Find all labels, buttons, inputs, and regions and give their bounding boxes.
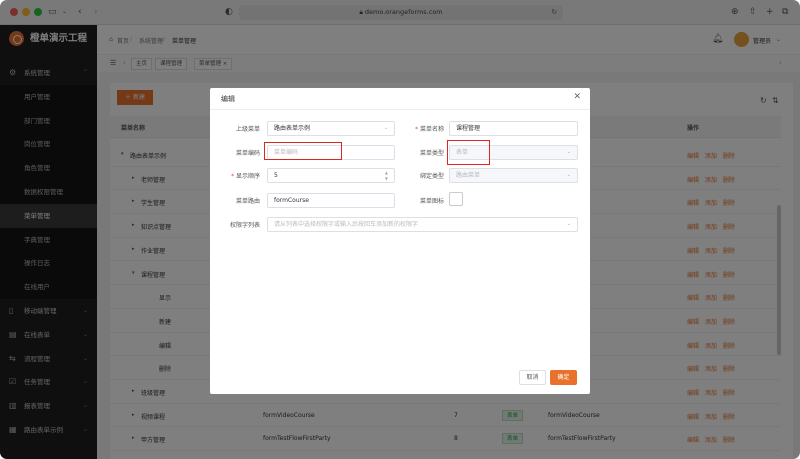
- bind-type-label: 绑定类型: [419, 173, 444, 180]
- divider: [210, 109, 590, 110]
- menu-type-label: 菜单类型: [419, 150, 444, 157]
- ok-button[interactable]: 确定: [550, 370, 577, 385]
- menu-icon-label: 菜单图标: [419, 198, 444, 205]
- permission-select[interactable]: 请从列表中选择权限字或输入后按回车添加新的权限字 ⌄: [267, 217, 578, 232]
- highlight-box: [447, 140, 490, 165]
- edit-dialog: 编辑 ✕ 上级菜单 路由表单示例 ⌄ * 菜单名称 课程管理 菜单编码 菜单编码…: [210, 88, 590, 394]
- route-input[interactable]: formCourse: [267, 193, 395, 208]
- menu-code-label: 菜单编码: [235, 150, 260, 157]
- chevron-down-icon: ⌄: [566, 149, 571, 155]
- parent-menu-select[interactable]: 路由表单示例 ⌄: [267, 121, 395, 136]
- order-label: * 显示顺序: [231, 173, 260, 180]
- cancel-button[interactable]: 取消: [519, 370, 546, 385]
- close-icon[interactable]: ✕: [573, 92, 581, 102]
- permission-label: 权限字列表: [229, 222, 260, 229]
- dialog-title: 编辑: [221, 95, 235, 103]
- parent-menu-value: 路由表单示例: [274, 125, 311, 132]
- chevron-down-icon: ⌄: [566, 172, 571, 178]
- chevron-down-icon: ⌄: [566, 221, 571, 227]
- parent-menu-label: 上级菜单: [235, 126, 260, 133]
- menu-name-input[interactable]: 课程管理: [449, 121, 578, 136]
- chevron-down-icon: ⌄: [383, 125, 388, 131]
- stepper-arrows-icon[interactable]: ▲ ▼: [385, 170, 388, 182]
- bind-type-select[interactable]: 路由菜单 ⌄: [449, 168, 578, 183]
- route-label: 菜单路由: [235, 198, 260, 205]
- highlight-box: [264, 142, 342, 160]
- menu-name-label: * 菜单名称: [415, 126, 444, 133]
- icon-picker[interactable]: [449, 192, 463, 206]
- order-stepper[interactable]: 5 ▲ ▼: [267, 168, 395, 183]
- browser-window: ▭ ⌄ ‹ › ◐ 🔒︎ demo.orangeforms.com ↻ ⊕ ⇧ …: [0, 0, 800, 459]
